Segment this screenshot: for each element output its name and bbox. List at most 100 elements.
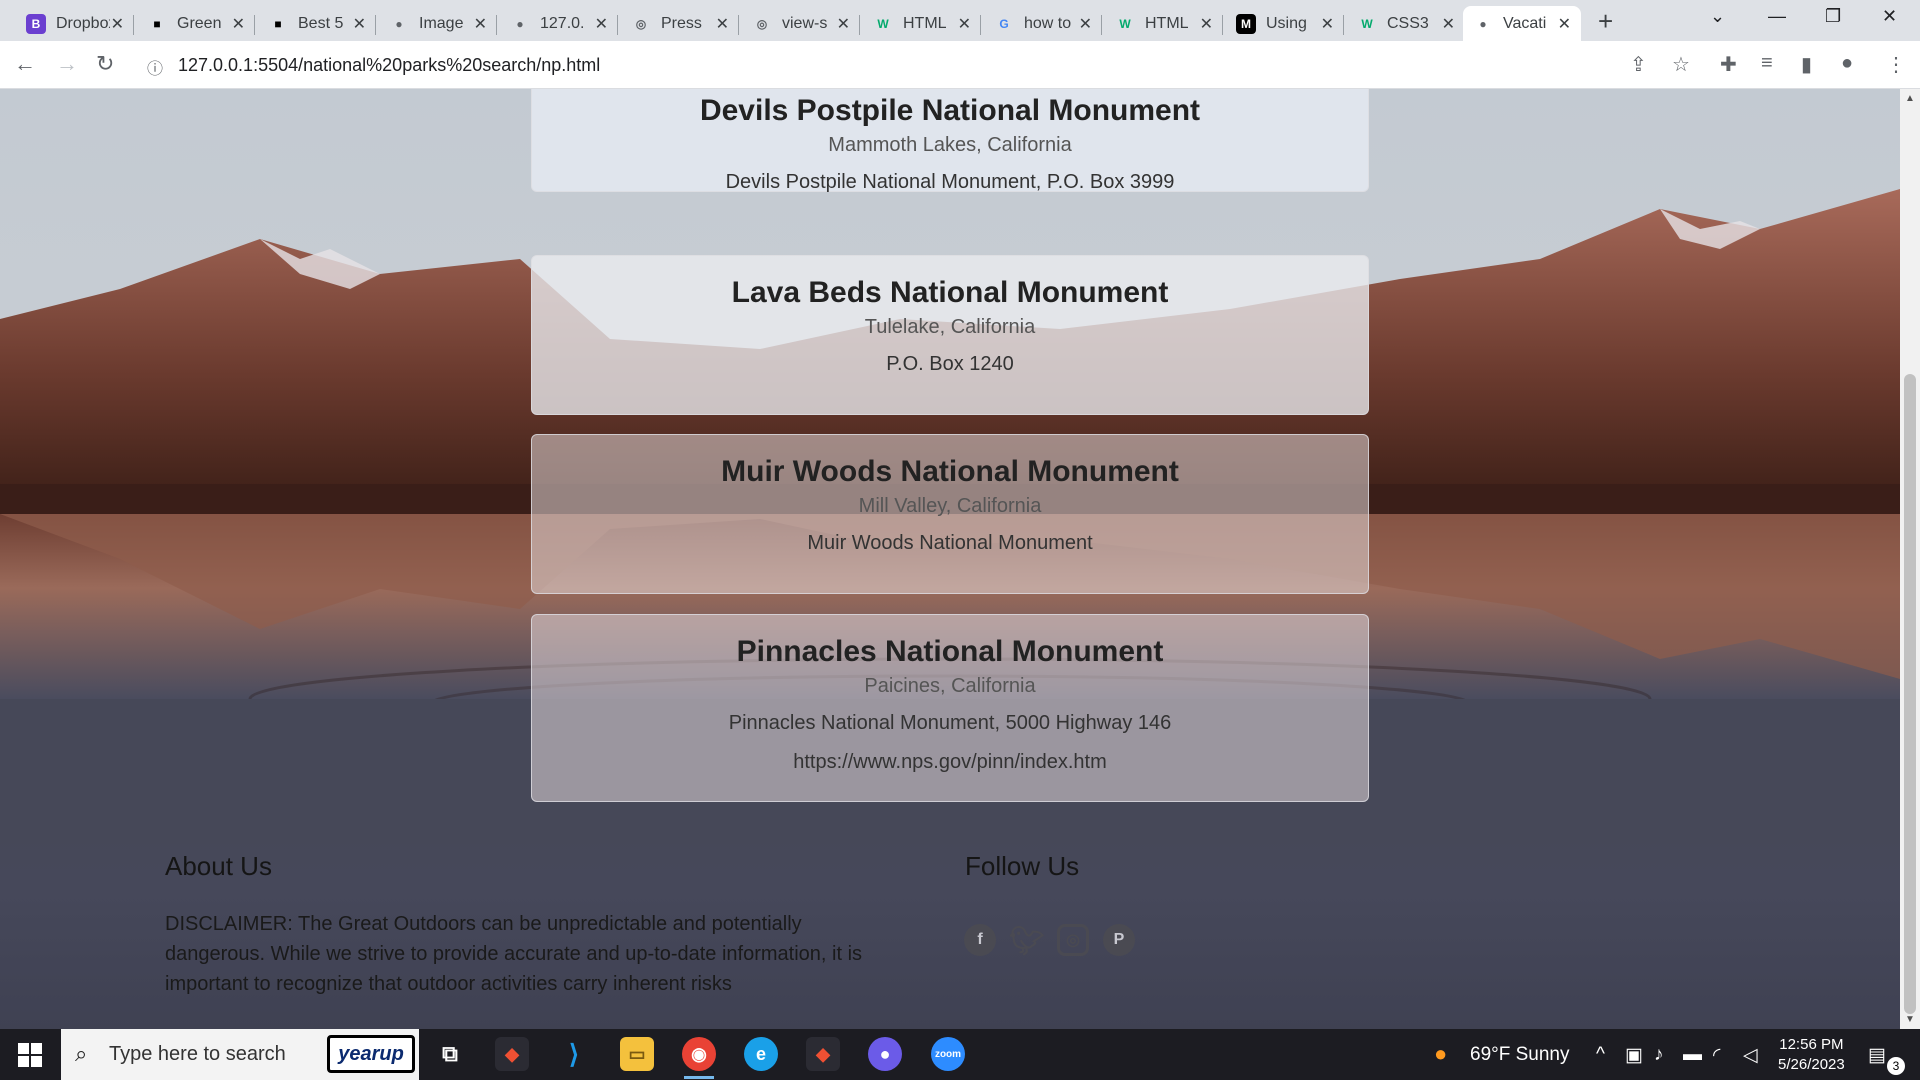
bookmark-star-icon[interactable]: ☆ bbox=[1672, 52, 1690, 77]
monument-name: Pinnacles National Monument bbox=[736, 635, 1164, 668]
close-icon[interactable]: ✕ bbox=[1079, 14, 1092, 34]
share-icon[interactable]: ⇪ bbox=[1630, 52, 1647, 77]
tab-press[interactable]: ◎ Press ✕ bbox=[621, 6, 739, 41]
menu-icon[interactable]: ⋮ bbox=[1886, 52, 1906, 77]
close-icon[interactable]: ✕ bbox=[111, 14, 124, 34]
tab-title: Best 5 bbox=[298, 14, 344, 32]
tab-title: HTML bbox=[1145, 14, 1189, 32]
globe-icon: ● bbox=[395, 16, 403, 31]
vscode-icon[interactable]: ⟩ bbox=[557, 1037, 591, 1071]
side-panel-icon[interactable]: ▮ bbox=[1801, 52, 1812, 77]
reading-list-icon[interactable]: ≡ bbox=[1761, 52, 1773, 75]
globe-icon: ● bbox=[1479, 16, 1487, 31]
instagram-icon[interactable]: ◎ bbox=[1057, 924, 1089, 956]
microphone-icon[interactable]: ♪ bbox=[1654, 1044, 1664, 1066]
facebook-icon[interactable]: f bbox=[964, 924, 996, 956]
tab-html-2[interactable]: W HTML ✕ bbox=[1105, 6, 1223, 41]
tab-search-icon[interactable]: ⌄ bbox=[1710, 6, 1725, 27]
tab-localhost[interactable]: ● 127.0. ✕ bbox=[500, 6, 618, 41]
tab-view-source[interactable]: ◎ view-s ✕ bbox=[742, 6, 860, 41]
tab-title: HTML bbox=[903, 14, 947, 32]
close-window-button[interactable]: ✕ bbox=[1882, 6, 1897, 27]
close-icon[interactable]: ✕ bbox=[1200, 14, 1213, 34]
tray-overflow-icon[interactable]: ^ bbox=[1596, 1044, 1605, 1066]
restore-button[interactable]: ❐ bbox=[1825, 6, 1841, 27]
monument-name: Devils Postpile National Monument bbox=[699, 94, 1201, 127]
edge-icon[interactable]: e bbox=[744, 1037, 778, 1071]
twitter-icon[interactable]: 🐦︎ bbox=[1009, 924, 1045, 956]
tab-vacation-active[interactable]: ● Vacati ✕ bbox=[1463, 6, 1581, 41]
tab-title: Press bbox=[661, 14, 702, 32]
zoom-icon[interactable]: zoom bbox=[931, 1037, 965, 1071]
taskbar-search-box[interactable]: ⌕ Type here to search yearup bbox=[61, 1029, 419, 1080]
windows-start-button[interactable] bbox=[18, 1043, 42, 1067]
close-icon[interactable]: ✕ bbox=[353, 14, 366, 34]
reload-icon[interactable]: ↻ bbox=[96, 51, 114, 77]
yearup-logo: yearup bbox=[327, 1035, 415, 1073]
tab-strip: BDropbox✕ ■Green✕ ■ Best 5 ✕ ●Image✕ ● 127.… bbox=[0, 0, 1920, 41]
tab-title: 127.0. bbox=[540, 14, 585, 32]
task-view-icon[interactable]: ⧉ bbox=[433, 1037, 467, 1071]
git-icon[interactable]: ◆ bbox=[495, 1037, 529, 1071]
tab-mdn[interactable]: M Using ✕ bbox=[1226, 6, 1344, 41]
close-icon[interactable]: ✕ bbox=[1558, 14, 1571, 34]
address-bar[interactable]: 127.0.0.1:5504/national%20parks%20search… bbox=[178, 55, 600, 76]
weather-sun-icon[interactable]: ● bbox=[1434, 1041, 1447, 1067]
tab-image[interactable]: ● Image ✕ bbox=[379, 6, 497, 41]
tab-best5[interactable]: ■ Best 5 ✕ bbox=[258, 6, 376, 41]
page-scrollbar[interactable]: ▲ ▼ bbox=[1900, 89, 1920, 1029]
scrollbar-thumb[interactable] bbox=[1904, 374, 1916, 1014]
tab-html-1[interactable]: W HTML ✕ bbox=[863, 6, 981, 41]
tab-title: how to bbox=[1024, 14, 1072, 32]
minimize-button[interactable]: — bbox=[1768, 6, 1786, 27]
tab-green[interactable]: ■ Green ✕ bbox=[137, 6, 255, 41]
monument-location: Paicines, California bbox=[864, 675, 1036, 697]
notification-center-icon[interactable]: ▤ bbox=[1868, 1044, 1886, 1067]
monument-card: Pinnacles National Monument Paicines, Ca… bbox=[531, 614, 1369, 802]
new-tab-button[interactable]: + bbox=[1598, 6, 1613, 37]
chrome-icon[interactable]: ◉ bbox=[682, 1037, 716, 1079]
wordpress-icon: ◎ bbox=[635, 16, 647, 31]
wordpress-icon: ◎ bbox=[756, 16, 768, 31]
monument-address: Pinnacles National Monument, 5000 Highwa… bbox=[728, 712, 1172, 734]
forward-icon[interactable]: → bbox=[56, 51, 78, 77]
tab-title: CSS3 bbox=[1387, 14, 1429, 32]
profile-avatar-icon[interactable]: ● bbox=[1841, 52, 1853, 75]
monument-card: Devils Postpile National Monument Mammot… bbox=[531, 89, 1369, 193]
battery-icon[interactable]: ▬ bbox=[1683, 1044, 1702, 1066]
pinterest-icon[interactable]: P bbox=[1103, 924, 1135, 956]
tab-css3[interactable]: W CSS3 ✕ bbox=[1347, 6, 1465, 41]
windows-taskbar: ⌕ Type here to search yearup ⧉ ◆ ⟩ ▭ ◉ e… bbox=[0, 1029, 1920, 1080]
extensions-icon[interactable]: ✚ bbox=[1720, 52, 1737, 77]
tab-google[interactable]: Ghow to ✕ bbox=[984, 6, 1102, 41]
file-explorer-icon[interactable]: ▭ bbox=[620, 1037, 654, 1071]
volume-icon[interactable]: ◁ bbox=[1743, 1044, 1758, 1067]
close-icon[interactable]: ✕ bbox=[595, 14, 608, 34]
wifi-icon[interactable]: ◜ bbox=[1713, 1044, 1720, 1067]
footer: About Us DISCLAIMER: The Great Outdoors … bbox=[0, 829, 1900, 1029]
scroll-down-arrow[interactable]: ▼ bbox=[1905, 1014, 1915, 1025]
close-icon[interactable]: ✕ bbox=[1321, 14, 1334, 34]
close-icon[interactable]: ✕ bbox=[837, 14, 850, 34]
weather-text[interactable]: 69°F Sunny bbox=[1470, 1044, 1570, 1066]
meet-now-icon[interactable]: ▣ bbox=[1625, 1044, 1643, 1067]
close-icon[interactable]: ✕ bbox=[1442, 14, 1455, 34]
monument-link[interactable]: https://www.nps.gov/pinn/index.htm bbox=[532, 751, 1368, 774]
site-info-icon[interactable]: ⓘ bbox=[147, 55, 163, 79]
back-icon[interactable]: ← bbox=[14, 51, 36, 77]
close-icon[interactable]: ✕ bbox=[958, 14, 971, 34]
w3schools-icon: W bbox=[877, 16, 889, 31]
close-icon[interactable]: ✕ bbox=[716, 14, 729, 34]
site-icon: ■ bbox=[274, 16, 282, 31]
monument-card: Lava Beds National Monument Tulelake, Ca… bbox=[531, 255, 1369, 415]
notification-count-badge: 3 bbox=[1887, 1057, 1905, 1075]
system-clock[interactable]: 12:56 PM 5/26/2023 bbox=[1778, 1035, 1845, 1075]
close-icon[interactable]: ✕ bbox=[232, 14, 245, 34]
monument-address: Devils Postpile National Monument, P.O. … bbox=[725, 171, 1175, 193]
git-gui-icon[interactable]: ◆ bbox=[806, 1037, 840, 1071]
close-icon[interactable]: ✕ bbox=[474, 14, 487, 34]
tab-dropbox[interactable]: B Dropbox✕ bbox=[16, 6, 134, 41]
discord-icon[interactable]: ● bbox=[868, 1037, 902, 1071]
monument-location: Mammoth Lakes, California bbox=[828, 134, 1072, 156]
scroll-up-arrow[interactable]: ▲ bbox=[1905, 93, 1915, 104]
